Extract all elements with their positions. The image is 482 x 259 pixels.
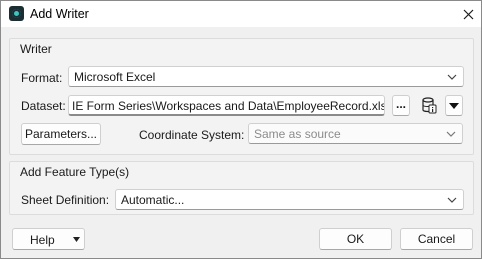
dataset-input[interactable]: IE Form Series\Workspaces and Data\Emplo…: [68, 95, 385, 116]
help-button[interactable]: Help: [12, 228, 85, 250]
chevron-down-icon: [447, 197, 457, 203]
window-title: Add Writer: [30, 7, 89, 21]
browse-button[interactable]: ...: [392, 95, 410, 116]
close-icon: [463, 9, 473, 19]
dataset-info-button[interactable]: [420, 96, 438, 115]
caret-down-icon: [73, 237, 80, 242]
feature-types-group-title: Add Feature Type(s): [20, 165, 130, 179]
format-label: Format:: [21, 71, 63, 85]
parameters-button[interactable]: Parameters...: [21, 123, 101, 145]
format-dropdown[interactable]: Microsoft Excel: [68, 66, 464, 87]
sheet-definition-dropdown[interactable]: Automatic...: [115, 189, 464, 210]
chevron-down-icon: [446, 131, 456, 137]
dataset-value: IE Form Series\Workspaces and Data\Emplo…: [72, 99, 385, 113]
fme-app-icon: [9, 6, 24, 21]
browse-button-label: ...: [395, 96, 406, 111]
coordinate-system-dropdown[interactable]: Same as source: [248, 123, 463, 144]
coordinate-system-value: Same as source: [254, 127, 341, 141]
chevron-down-icon: [447, 74, 457, 80]
caret-down-icon: [449, 102, 459, 109]
cancel-button[interactable]: Cancel: [400, 228, 473, 250]
add-writer-dialog: Add Writer Writer Format: Microsoft Exce…: [0, 0, 482, 259]
dataset-label: Dataset:: [21, 99, 66, 113]
writer-group-title: Writer: [20, 42, 52, 56]
sheet-definition-label: Sheet Definition:: [21, 193, 110, 207]
format-value: Microsoft Excel: [74, 70, 156, 84]
database-info-icon: [422, 97, 437, 114]
title-bar: Add Writer: [1, 1, 481, 27]
ok-button[interactable]: OK: [319, 228, 392, 250]
sheet-definition-value: Automatic...: [121, 193, 185, 207]
coordinate-system-label: Coordinate System:: [139, 128, 245, 142]
dataset-menu-button[interactable]: [445, 95, 463, 116]
close-button[interactable]: [456, 3, 480, 25]
help-button-label: Help: [30, 233, 55, 247]
